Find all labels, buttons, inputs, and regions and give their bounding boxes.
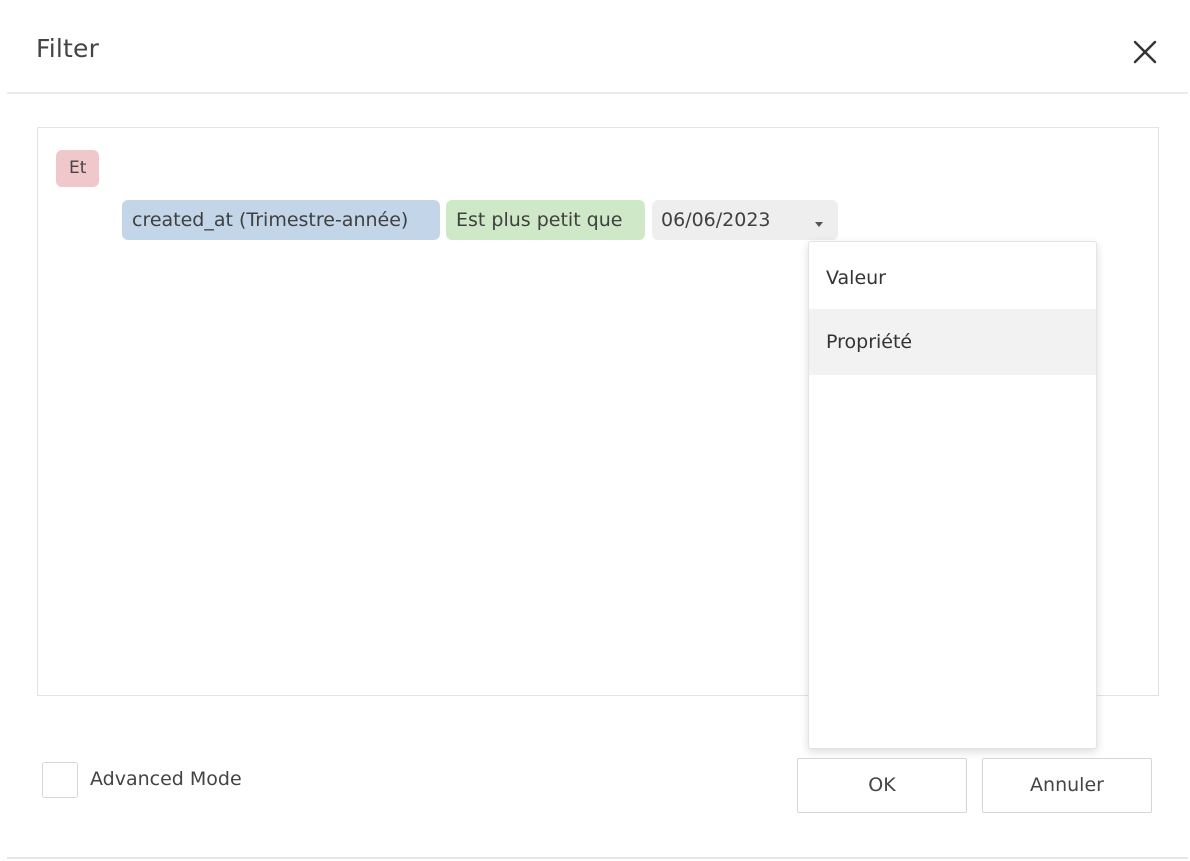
close-icon: [1133, 40, 1157, 64]
condition-value-text: 06/06/2023: [661, 209, 771, 231]
cancel-button[interactable]: Annuler: [982, 758, 1152, 813]
header-divider: [7, 92, 1188, 94]
dropdown-option-valeur[interactable]: Valeur: [809, 245, 1096, 311]
advanced-mode-checkbox[interactable]: [42, 762, 78, 798]
filter-dialog: Filter Et created_at (Trimestre-année) E…: [0, 0, 1190, 861]
condition-field-chip[interactable]: created_at (Trimestre-année): [122, 200, 440, 240]
advanced-mode-label: Advanced Mode: [90, 768, 242, 790]
value-type-dropdown: Valeur Propriété: [808, 241, 1097, 749]
ok-button[interactable]: OK: [797, 758, 967, 813]
condition-value-chip[interactable]: 06/06/2023: [652, 200, 838, 240]
group-operator-chip[interactable]: Et: [56, 150, 100, 187]
condition-operator-chip[interactable]: Est plus petit que: [446, 200, 645, 240]
footer-divider: [7, 857, 1188, 859]
close-button[interactable]: [1128, 34, 1164, 70]
caret-down-icon[interactable]: [812, 217, 826, 231]
dropdown-option-propriete[interactable]: Propriété: [809, 309, 1096, 375]
dialog-title: Filter: [36, 34, 100, 63]
